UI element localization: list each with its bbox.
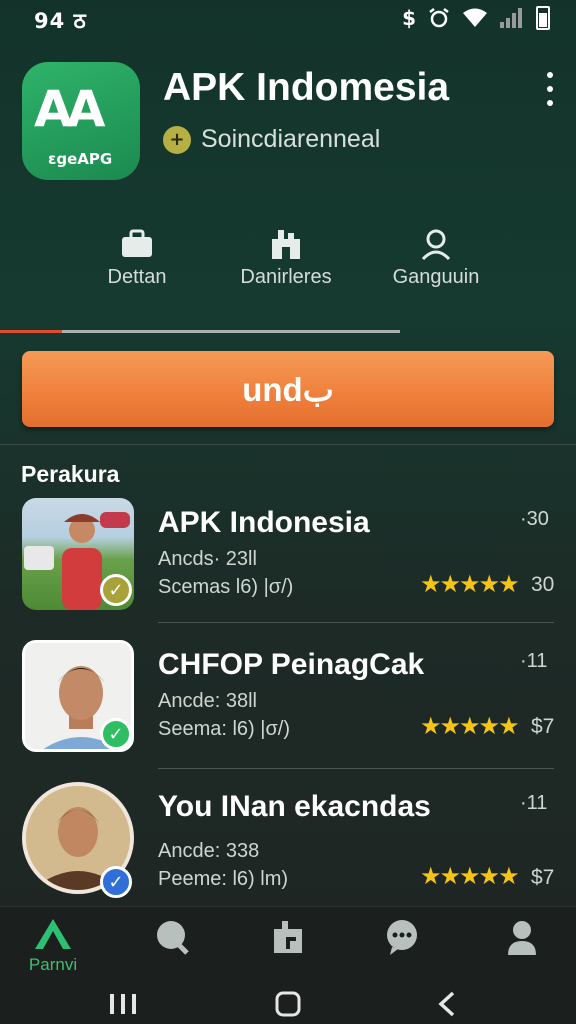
- action-dettan[interactable]: Dettan: [57, 222, 217, 289]
- more-options-icon[interactable]: [540, 72, 560, 106]
- nav-library[interactable]: [238, 917, 338, 961]
- developer-name: Soincdiarenneal: [201, 125, 381, 153]
- nav-search[interactable]: [123, 917, 223, 961]
- logo-mark: AA: [34, 80, 105, 138]
- item-score: $7: [531, 866, 555, 889]
- verified-check-icon: ✓: [100, 574, 132, 606]
- list-item[interactable]: ✓ You INan ekacndas Ancde: 338 Peeme: l6…: [0, 782, 576, 912]
- nav-profile[interactable]: [472, 917, 572, 961]
- app-logo: AA ɛgeAPG: [22, 62, 140, 180]
- back-icon[interactable]: [436, 990, 458, 1018]
- person-icon: [356, 222, 516, 266]
- status-time: 94 ठ: [34, 9, 87, 33]
- action-label: Danirleres: [240, 266, 332, 288]
- developer-row[interactable]: + Soincdiarenneal: [163, 125, 380, 154]
- system-navigation-bar: [0, 980, 576, 1024]
- item-separator: [158, 768, 554, 769]
- developer-badge-icon: +: [163, 125, 191, 154]
- list-item[interactable]: ✓ APK Indonesia Ancds· 23ll Scemas l6) |…: [0, 498, 576, 628]
- status-bar: 94 ठ $: [0, 0, 576, 40]
- rating-stars: ★★★★★: [420, 712, 520, 740]
- rating-stars-text: ★★★★★: [420, 570, 520, 598]
- status-icons: $: [402, 6, 550, 30]
- item-corner-value: ·11: [520, 792, 548, 814]
- item-meta-2: Scemas l6) |σ/): [158, 576, 294, 598]
- nav-chat[interactable]: [352, 917, 452, 961]
- logo-subtext: ɛgeAPG: [48, 150, 113, 168]
- rating-stars-text: ★★★★★: [420, 862, 520, 890]
- rating-stars-text: ★★★★★: [420, 712, 520, 740]
- action-danirleres[interactable]: Danirleres: [206, 222, 366, 289]
- action-label: Dettan: [107, 266, 167, 288]
- building-icon: [206, 222, 366, 266]
- item-title: CHFOP PeinagCak: [158, 648, 425, 681]
- item-corner-value: ·30: [520, 508, 549, 530]
- item-meta-2: Seema: l6) |σ/): [158, 718, 291, 740]
- chat-icon: [387, 920, 417, 955]
- divider: [0, 444, 576, 445]
- list-item[interactable]: ✓ CHFOP PeinagCak Ancde: 38ll Seema: l6)…: [0, 640, 576, 770]
- dollar-icon: $: [402, 6, 416, 30]
- item-meta-1: Ancde: 38ll: [158, 690, 257, 712]
- item-corner-value: ·11: [520, 650, 548, 672]
- signal-icon: [500, 8, 524, 28]
- home-logo-icon: [35, 919, 71, 949]
- library-icon: [274, 921, 302, 953]
- home-icon[interactable]: [274, 990, 302, 1018]
- update-button[interactable]: undب: [22, 351, 554, 427]
- search-icon: [157, 921, 189, 955]
- progress-fill: [0, 330, 62, 333]
- item-meta-1: Ancds· 23ll: [158, 548, 257, 570]
- bottom-navigation: Parnvi: [0, 906, 576, 980]
- item-meta-2: Peeme: l6) lm): [158, 868, 289, 890]
- item-score: 30: [531, 573, 555, 596]
- section-title: Perakura: [21, 461, 120, 487]
- nav-label: Parnvi: [28, 955, 78, 974]
- briefcase-icon: [57, 222, 217, 266]
- alarm-icon: [429, 8, 449, 28]
- rating-stars: ★★★★★: [420, 570, 520, 598]
- verified-check-icon: ✓: [100, 866, 132, 898]
- app-title: APK Indomesia: [163, 66, 450, 109]
- action-label: Ganguuin: [392, 266, 480, 288]
- profile-icon: [508, 921, 536, 955]
- battery-icon: [536, 6, 550, 30]
- recents-icon[interactable]: [108, 992, 138, 1016]
- action-ganguuin[interactable]: Ganguuin: [356, 222, 516, 289]
- nav-home[interactable]: Parnvi: [3, 917, 103, 975]
- verified-check-icon: ✓: [100, 718, 132, 750]
- item-meta-1: Ancde: 338: [158, 840, 260, 862]
- wifi-icon: [463, 8, 487, 27]
- rating-stars: ★★★★★: [420, 862, 520, 890]
- item-title: APK Indonesia: [158, 506, 370, 539]
- item-separator: [158, 622, 554, 623]
- item-title: You INan ekacndas: [158, 790, 431, 823]
- item-score: $7: [531, 715, 555, 738]
